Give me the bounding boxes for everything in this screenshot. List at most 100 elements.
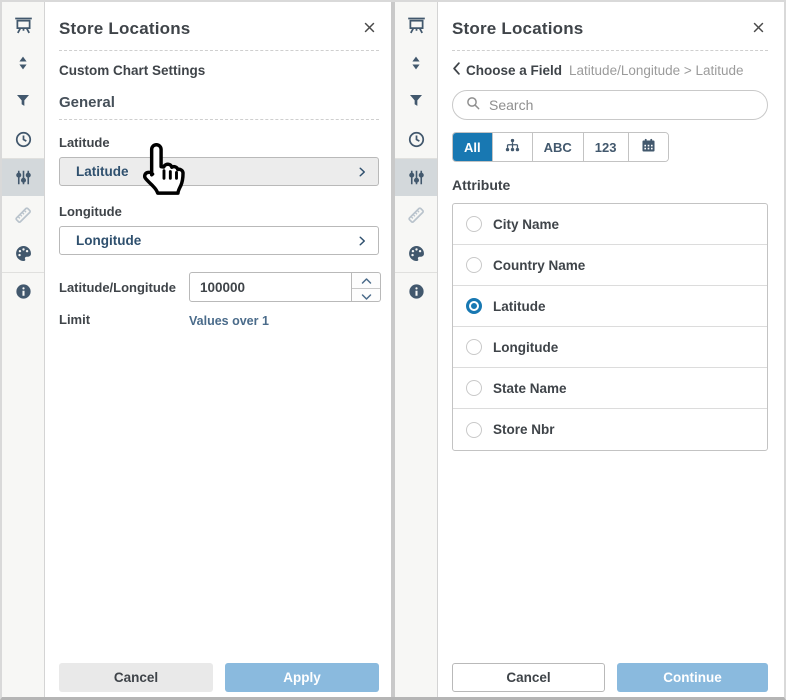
spacer [452, 451, 768, 663]
option-label: Latitude [493, 299, 546, 314]
limit-label: Limit [59, 312, 189, 327]
breadcrumb-back-label: Choose a Field [466, 63, 562, 78]
tab-all[interactable]: All [453, 133, 493, 161]
right-icon-rail [395, 2, 438, 697]
latlong-label: Latitude/Longitude [59, 280, 189, 295]
continue-button[interactable]: Continue [617, 663, 768, 692]
calendar-icon [640, 137, 657, 157]
radio-unselected[interactable] [466, 216, 482, 232]
left-panel-title: Store Locations [59, 19, 190, 39]
limit-value-link[interactable]: Values over 1 [189, 312, 269, 328]
chevron-left-icon [452, 62, 461, 78]
option-latitude[interactable]: Latitude [453, 286, 767, 327]
settings-sliders-icon[interactable] [395, 158, 437, 196]
sort-icon[interactable] [2, 44, 44, 82]
palette-icon[interactable] [395, 234, 437, 272]
filter-icon[interactable] [395, 82, 437, 120]
close-icon [362, 20, 377, 38]
left-panel-header: Store Locations [59, 18, 379, 40]
option-label: Longitude [493, 340, 558, 355]
history-icon[interactable] [395, 120, 437, 158]
cancel-button[interactable]: Cancel [452, 663, 605, 692]
right-panel-header: Store Locations [452, 18, 768, 40]
settings-sliders-icon[interactable] [2, 158, 44, 196]
apply-button[interactable]: Apply [225, 663, 379, 692]
radio-selected[interactable] [466, 298, 482, 314]
divider [59, 119, 379, 120]
number-stepper [352, 272, 381, 302]
hierarchy-icon [504, 137, 521, 157]
divider [59, 50, 379, 51]
option-store-nbr[interactable]: Store Nbr [453, 409, 767, 450]
presentation-icon[interactable] [395, 6, 437, 44]
chart-settings-panel: Store Locations Custom Chart Settings Ge… [2, 2, 391, 697]
option-state-name[interactable]: State Name [453, 368, 767, 409]
right-footer: Cancel Continue [452, 663, 768, 692]
cancel-button[interactable]: Cancel [59, 663, 213, 692]
general-section-title: General [59, 94, 379, 111]
latitude-field-label: Latitude [59, 135, 379, 150]
app-window: Store Locations Custom Chart Settings Ge… [0, 0, 786, 700]
field-picker-content: Store Locations Choose a Field Latitude/… [438, 2, 784, 697]
spacer [59, 328, 379, 663]
option-label: City Name [493, 217, 559, 232]
search-icon [465, 95, 481, 116]
option-label: Store Nbr [493, 422, 555, 437]
stepper-down-button[interactable] [352, 289, 380, 304]
latitude-field-value: Latitude [76, 164, 129, 179]
longitude-field-value: Longitude [76, 233, 141, 248]
attribute-option-list: City Name Country Name Latitude Longitud… [452, 203, 768, 451]
option-longitude[interactable]: Longitude [453, 327, 767, 368]
latitude-field-selector[interactable]: Latitude [59, 157, 379, 186]
option-label: State Name [493, 381, 567, 396]
breadcrumb: Choose a Field Latitude/Longitude > Lati… [452, 62, 768, 78]
radio-unselected[interactable] [466, 422, 482, 438]
breadcrumb-back-link[interactable]: Choose a Field [452, 62, 562, 78]
info-icon[interactable] [2, 272, 44, 310]
tab-hierarchy[interactable] [493, 133, 533, 161]
option-country-name[interactable]: Country Name [453, 245, 767, 286]
left-footer: Cancel Apply [59, 663, 379, 692]
filter-icon[interactable] [2, 82, 44, 120]
latlong-number-input-group [189, 272, 381, 302]
chart-settings-content: Store Locations Custom Chart Settings Ge… [45, 2, 391, 697]
tab-date[interactable] [629, 133, 668, 161]
close-icon [751, 20, 766, 38]
presentation-icon[interactable] [2, 6, 44, 44]
stepper-up-button[interactable] [352, 273, 380, 289]
right-panel-title: Store Locations [452, 19, 583, 39]
field-picker-panel: Store Locations Choose a Field Latitude/… [395, 2, 784, 697]
ruler-icon [2, 196, 44, 234]
option-city-name[interactable]: City Name [453, 204, 767, 245]
longitude-field-selector[interactable]: Longitude [59, 226, 379, 255]
sort-icon[interactable] [395, 44, 437, 82]
limit-row: Limit Values over 1 [59, 312, 379, 328]
latlong-number-input[interactable] [189, 272, 352, 302]
radio-unselected[interactable] [466, 257, 482, 273]
search-input[interactable] [489, 97, 755, 113]
latlong-row: Latitude/Longitude [59, 272, 379, 302]
radio-unselected[interactable] [466, 380, 482, 396]
chevron-right-icon [356, 235, 368, 247]
search-bar [452, 90, 768, 120]
option-label: Country Name [493, 258, 585, 273]
tab-number[interactable]: 123 [584, 133, 629, 161]
chevron-up-icon [361, 273, 372, 288]
chevron-down-icon [361, 289, 372, 304]
attribute-section-title: Attribute [452, 177, 768, 193]
left-icon-rail [2, 2, 45, 697]
right-close-button[interactable] [749, 18, 768, 40]
divider [452, 50, 768, 51]
palette-icon[interactable] [2, 234, 44, 272]
ruler-icon [395, 196, 437, 234]
field-type-filter-tabs: All ABC 123 [452, 132, 669, 162]
breadcrumb-path: Latitude/Longitude > Latitude [569, 63, 744, 78]
custom-chart-settings-label: Custom Chart Settings [59, 63, 379, 78]
left-close-button[interactable] [360, 18, 379, 40]
history-icon[interactable] [2, 120, 44, 158]
tab-text[interactable]: ABC [533, 133, 584, 161]
radio-unselected[interactable] [466, 339, 482, 355]
chevron-right-icon [356, 166, 368, 178]
info-icon[interactable] [395, 272, 437, 310]
longitude-field-label: Longitude [59, 204, 379, 219]
